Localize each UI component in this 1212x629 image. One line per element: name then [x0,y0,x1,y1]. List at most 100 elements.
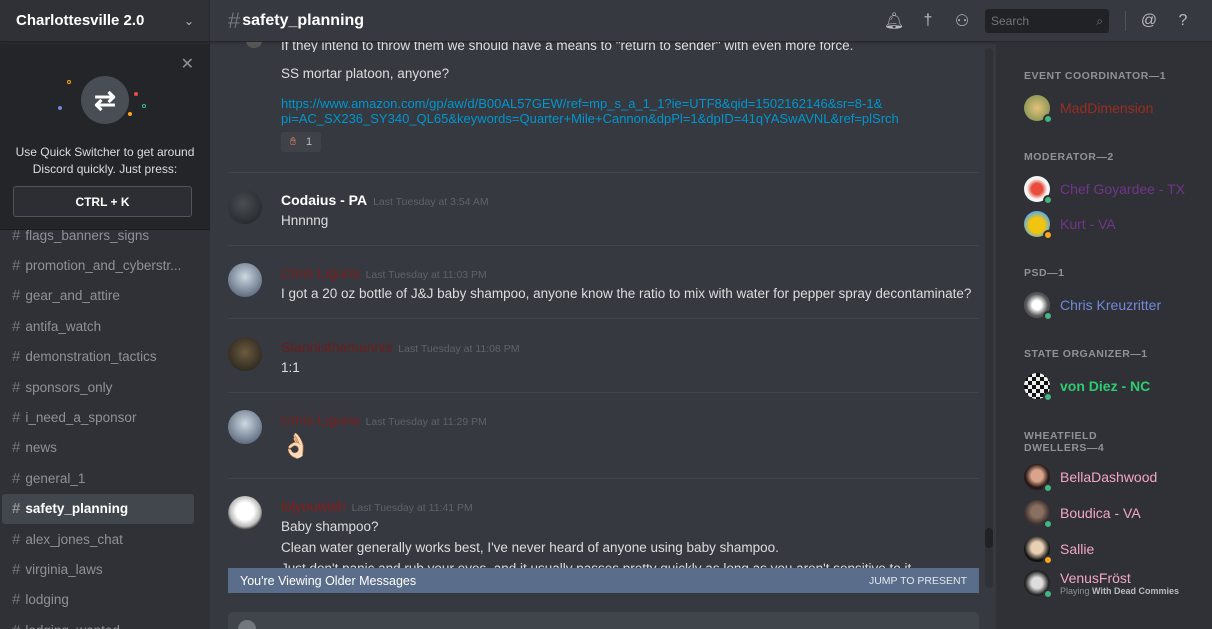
avatar [1024,95,1053,124]
channel-item[interactable]: # gear_and_attire [2,281,194,311]
activity-game: With Dead Commies [1092,586,1179,596]
member-group-header: MODERATOR—2 [1024,151,1114,163]
avatar [1024,464,1053,493]
avatar [1024,211,1053,240]
channel-label: virginia_laws [25,561,103,577]
quick-switcher-text: Use Quick Switcher to get around Discord… [15,145,195,176]
message-text: Baby shampoo? [281,519,379,534]
avatar[interactable] [228,496,262,530]
message-text: I got a 20 oz bottle of J&J baby shampoo… [281,286,972,301]
member-item[interactable]: BellaDashwood [1024,464,1157,493]
member-item[interactable]: Boudica - VA [1024,500,1141,529]
message-divider [228,245,979,246]
hash-icon: # [12,287,21,305]
status-online-icon [1043,589,1053,599]
member-name: MadDimension [1060,100,1154,116]
message-author[interactable]: Codaius - PA [281,192,367,208]
member-item[interactable]: Sallie [1024,536,1095,565]
member-group-header: WHEATFIELD DWELLERS—4 [1024,430,1105,454]
channel-label: general_1 [25,470,86,486]
reaction-count: 1 [305,136,313,148]
member-name: Boudica - VA [1060,505,1141,521]
message-divider [228,172,979,173]
channel-item[interactable]: # lodging [2,585,194,615]
activity-prefix: Playing [1060,586,1090,596]
chat-header: # safety_planning 🔔︎ † ⚇ Search ⌕ @ ? [210,0,1212,42]
avatar[interactable] [228,337,262,371]
member-item[interactable]: VenusFröst Playing With Dead Commies [1024,570,1179,599]
channel-label: alex_jones_chat [25,531,123,547]
channel-item[interactable]: # lodging_wanted [2,615,194,629]
reaction-emoji-icon: ✋︎ [289,135,297,148]
member-name: von Diez - NC [1060,378,1151,394]
channel-item[interactable]: # antifa_watch [2,311,194,341]
help-icon[interactable]: ? [1166,12,1200,30]
channel-label: news [25,440,57,456]
channel-label: promotion_and_cyberstr... [25,258,182,274]
channel-item[interactable]: # general_1 [2,463,194,493]
message-text: Hnnnng [281,213,329,228]
chevron-down-icon[interactable]: ⌄ [184,14,194,28]
search-input[interactable]: Search ⌕ [985,9,1109,33]
message-text: 1:1 [281,360,300,375]
pin-icon[interactable]: † [911,12,945,30]
sparkle-icon [67,80,71,84]
member-item[interactable]: von Diez - NC [1024,373,1151,402]
upload-plus-icon[interactable] [238,620,256,629]
reaction-button[interactable]: ✋︎ 1 [281,132,321,152]
older-messages-bar[interactable]: You're Viewing Older Messages JUMP TO PR… [228,568,979,593]
channel-list: # flags_banners_signs # promotion_and_cybe… [0,220,210,629]
channel-item[interactable]: # promotion_and_cyberstr... [2,250,194,280]
bell-icon[interactable]: 🔔︎ [877,11,911,31]
scrollbar-thumb[interactable] [985,528,993,548]
channel-item[interactable]: # alex_jones_chat [2,524,194,554]
at-icon[interactable]: @ [1132,12,1166,30]
members-icon[interactable]: ⚇ [945,11,979,31]
channel-item[interactable]: # news [2,433,194,463]
member-name: Sallie [1060,541,1095,557]
message-author[interactable]: Stannisthemannis [281,339,392,355]
member-name: Chef Goyardee - TX [1060,181,1186,197]
sparkle-icon [58,106,62,110]
avatar[interactable] [228,263,262,297]
channel-item-active[interactable]: # safety_planning [2,493,194,524]
message-divider [228,478,979,479]
guild-header[interactable]: Charlottesville 2.0 ⌄ [0,0,210,42]
chat-scrollbar[interactable] [985,48,993,588]
member-item[interactable]: MadDimension [1024,95,1154,124]
member-group-header: STATE ORGANIZER—1 [1024,348,1148,360]
hash-icon: # [12,530,21,548]
message-timestamp: Last Tuesday at 3:54 AM [373,196,489,208]
channel-item[interactable]: # demonstration_tactics [2,342,194,372]
ok-hand-emoji: 👌🏻 [281,433,311,460]
channel-title: safety_planning [242,11,365,29]
message-divider [228,392,979,393]
channel-item[interactable]: # sponsors_only [2,372,194,402]
avatar[interactable] [228,190,262,224]
message-list[interactable]: If they intend to throw them we should h… [228,42,979,570]
message-divider [228,318,979,319]
message-timestamp: Last Tuesday at 11:29 PM [365,416,487,428]
member-item[interactable]: Kurt - VA [1024,211,1116,240]
channel-item[interactable]: # virginia_laws [2,554,194,584]
member-group-header: PSD—1 [1024,267,1065,279]
avatar [1024,536,1053,565]
hash-icon: # [12,500,21,518]
avatar[interactable] [246,42,262,48]
message-link[interactable]: https://www.amazon.com/gp/aw/d/B00AL57GE… [281,96,882,111]
channel-item[interactable]: # i_need_a_sponsor [2,402,194,432]
message-input[interactable] [228,612,979,629]
member-item[interactable]: Chris Kreuzritter [1024,292,1161,321]
status-online-icon [1043,392,1053,402]
message-author[interactable]: Chris Liguria [281,265,360,281]
close-icon[interactable]: ✕ [181,54,194,74]
sparkle-icon [142,104,146,108]
avatar[interactable] [228,410,262,444]
message-author[interactable]: lolyouwish [281,498,346,514]
message-author[interactable]: Chris Liguria [281,412,360,428]
member-item[interactable]: Chef Goyardee - TX [1024,176,1186,205]
jump-to-present-button[interactable]: JUMP TO PRESENT [869,575,967,587]
message-text: Clean water generally works best, I've n… [281,540,779,555]
message-link[interactable]: pi=AC_SX236_SY340_QL65&keywords=Quarter+… [281,111,899,126]
channel-sidebar: Charlottesville 2.0 ⌄ # flags_banners_sig… [0,0,210,629]
